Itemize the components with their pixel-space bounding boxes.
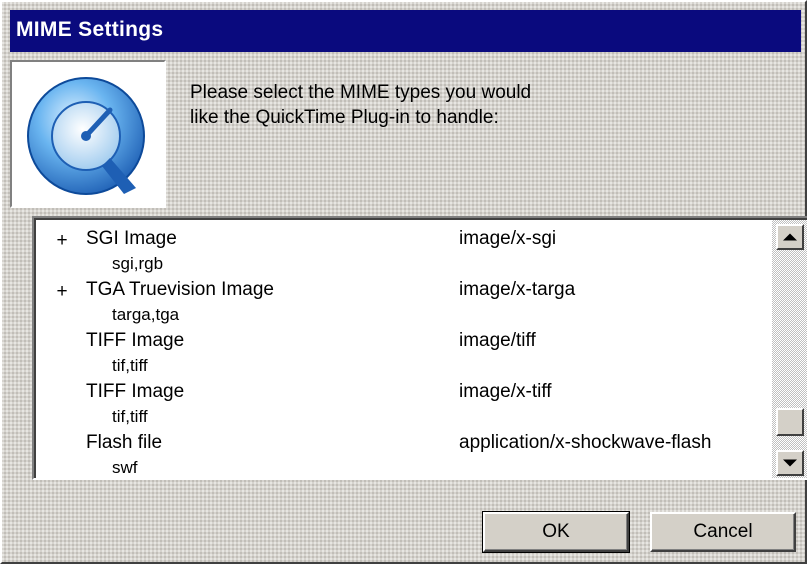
- list-item[interactable]: TIFF Image tif,tiff image/tiff: [36, 324, 772, 376]
- scroll-thumb[interactable]: [776, 408, 804, 436]
- mime-extensions: tif,tiff: [112, 356, 148, 375]
- mime-type-value: image/x-sgi: [459, 228, 557, 249]
- mime-type-name: SGI Image: [86, 228, 177, 249]
- ok-button[interactable]: OK: [482, 511, 630, 553]
- list-item[interactable]: + TGA Truevision Image targa,tga image/x-ta…: [36, 273, 772, 325]
- mime-type-name: TIFF Image: [86, 381, 185, 402]
- expand-marker: +: [56, 281, 68, 302]
- prompt-text: Please select the MIME types you would l…: [190, 82, 532, 128]
- mime-type-name: Flash file: [86, 432, 163, 453]
- title-bar[interactable]: MIME Settings: [10, 10, 801, 52]
- list-item[interactable]: TIFF Image tif,tiff image/x-tiff: [36, 375, 772, 427]
- mime-type-value: image/tiff: [459, 330, 536, 351]
- expand-marker: +: [56, 230, 68, 251]
- mime-extensions: swf: [112, 458, 138, 477]
- vertical-scrollbar[interactable]: [772, 220, 807, 478]
- mime-type-value: application/x-shockwave-flash: [459, 432, 712, 453]
- quicktime-logo-icon: [27, 77, 145, 195]
- list-item[interactable]: Flash file swf application/x-shockwave-fla…: [36, 426, 772, 478]
- window-title: MIME Settings: [16, 18, 164, 41]
- scroll-up-button[interactable]: [776, 224, 804, 250]
- list-item[interactable]: + SGI Image sgi,rgb image/x-sgi: [36, 222, 772, 274]
- mime-settings-dialog: MIME Settings Please select the MIME typ…: [0, 0, 807, 564]
- mime-type-list[interactable]: + SGI Image sgi,rgb image/x-sgi + TGA Truevis…: [32, 216, 807, 480]
- mime-extensions: targa,tga: [112, 305, 180, 324]
- scroll-down-button[interactable]: [776, 450, 804, 476]
- mime-type-value: image/x-targa: [459, 279, 576, 300]
- mime-extensions: sgi,rgb: [112, 254, 164, 273]
- arrow-down-icon: [783, 459, 797, 467]
- mime-type-name: TGA Truevision Image: [86, 279, 274, 300]
- quicktime-logo-frame: [10, 60, 166, 208]
- arrow-up-icon: [783, 233, 797, 241]
- mime-type-value: image/x-tiff: [459, 381, 552, 402]
- cancel-button[interactable]: Cancel: [650, 512, 796, 552]
- mime-type-name: TIFF Image: [86, 330, 185, 351]
- mime-extensions: tif,tiff: [112, 407, 148, 426]
